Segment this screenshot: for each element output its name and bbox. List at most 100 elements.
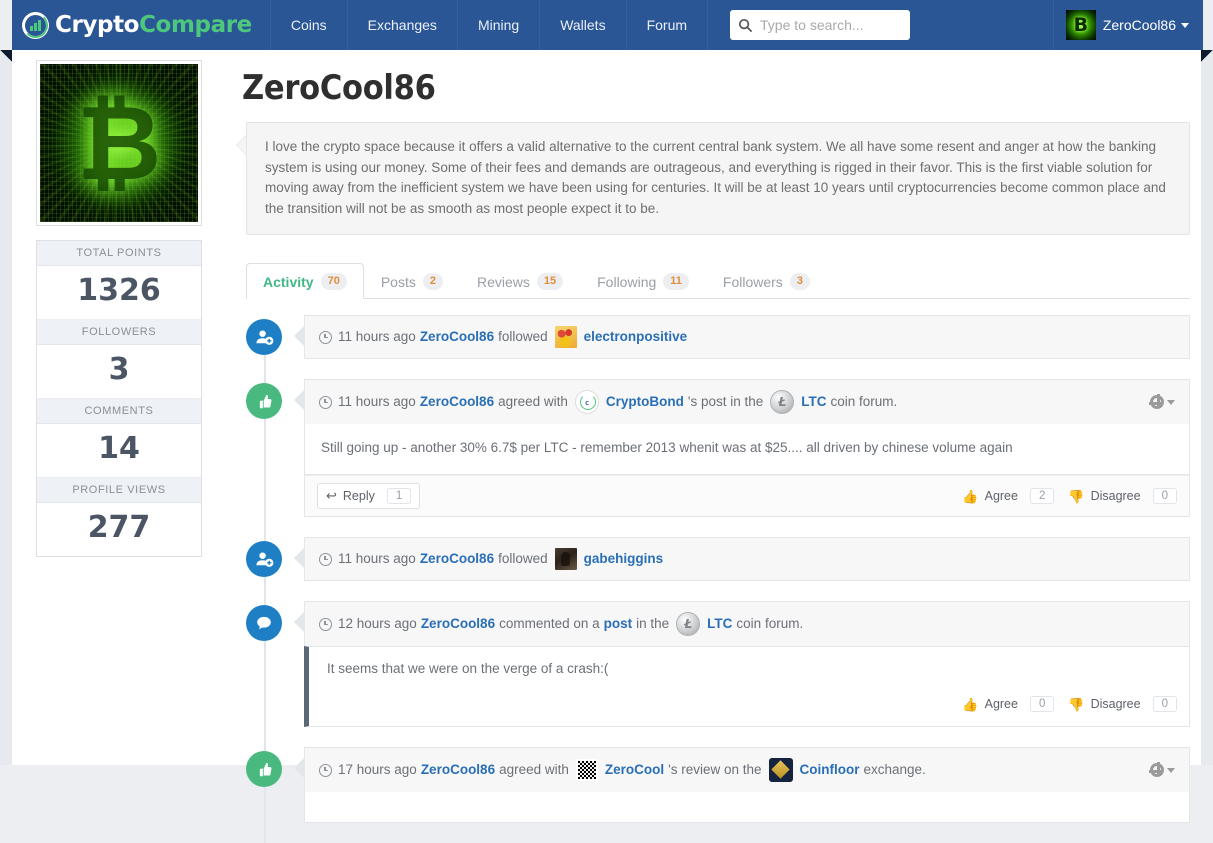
activity-header: 11 hours ago ZeroCool86 followed electro…	[304, 315, 1190, 359]
tab-following[interactable]: Following 11	[580, 263, 706, 299]
activity-target-user-link[interactable]: CryptoBond	[606, 393, 684, 411]
chevron-down-icon	[1181, 22, 1189, 28]
tab-activity[interactable]: Activity 70	[246, 263, 364, 299]
activity-actor-link[interactable]: ZeroCool86	[420, 393, 494, 411]
activity-mid-text: 's post in the	[687, 394, 764, 409]
gabehiggins-avatar	[554, 548, 577, 570]
bio-callout: I love the crypto space because it offer…	[236, 122, 1190, 235]
activity-target-user-link[interactable]: electronpositive	[584, 328, 688, 346]
disagree-count: 0	[1152, 488, 1177, 504]
tab-posts[interactable]: Posts 2	[364, 263, 460, 299]
disagree-button[interactable]: 👎 Disagree 0	[1068, 484, 1177, 508]
activity-tail-text: coin forum.	[736, 616, 804, 631]
search-icon	[738, 18, 753, 32]
stat-label-followers: FOLLOWERS	[37, 320, 201, 345]
activity-item: 17 hours ago ZeroCool86 agreed with Zero…	[246, 747, 1190, 823]
thumbs-up-icon: 👍	[962, 696, 979, 712]
clock-icon	[319, 330, 332, 344]
post-actions: ↩ Reply 1 👍 Agree 2 👎 Disagree 0	[304, 475, 1190, 517]
agree-label: Agree	[984, 697, 1018, 711]
activity-actor-link[interactable]: ZeroCool86	[421, 761, 495, 779]
search-input[interactable]	[758, 16, 903, 34]
reply-button[interactable]: ↩ Reply 1	[317, 483, 421, 509]
brand-text-crypto: Crypto	[55, 12, 140, 38]
zerocool-avatar	[575, 759, 598, 781]
nav-item-wallets[interactable]: Wallets	[539, 0, 625, 50]
activity-body: 12 hours ago ZeroCool86 commented on a p…	[294, 601, 1190, 727]
activity-time: 11 hours ago	[338, 394, 416, 409]
reply-label: Reply	[342, 489, 375, 503]
navbar-username: ZeroCool86	[1102, 17, 1176, 33]
clock-icon	[319, 617, 332, 631]
tab-followers-count: 3	[789, 273, 810, 290]
brand-logo-link[interactable]: CryptoCompare	[12, 0, 270, 50]
activity-item: 11 hours ago ZeroCool86 agreed with c Cr…	[246, 379, 1190, 517]
activity-coin-link[interactable]: LTC	[707, 615, 732, 633]
comment-bubble-icon	[246, 605, 282, 641]
activity-verb: commented on a	[499, 616, 600, 631]
activity-time: 12 hours ago	[338, 616, 417, 631]
navbar-right-spacer	[1203, 0, 1213, 50]
activity-time: 11 hours ago	[338, 551, 416, 566]
activity-exchange-link[interactable]: Coinfloor	[800, 761, 860, 779]
profile-tabs: Activity 70 Posts 2 Reviews 15 Following…	[246, 261, 1190, 299]
electronpositive-avatar	[554, 326, 577, 348]
disagree-button[interactable]: 👎 Disagree 0	[1068, 692, 1177, 716]
brand-text: CryptoCompare	[55, 12, 252, 38]
activity-actor-link[interactable]: ZeroCool86	[420, 328, 494, 346]
tab-following-count: 11	[663, 273, 689, 290]
activity-body: 11 hours ago ZeroCool86 agreed with c Cr…	[294, 379, 1190, 517]
bio-text: I love the crypto space because it offer…	[246, 122, 1190, 235]
agree-button[interactable]: 👍 Agree 2	[962, 484, 1055, 508]
search-box[interactable]	[730, 10, 911, 40]
stat-value-total-points: 1326	[37, 266, 201, 320]
activity-target-user-link[interactable]: gabehiggins	[584, 550, 664, 568]
activity-verb: followed	[498, 329, 548, 344]
profile-avatar: ₿	[36, 60, 202, 226]
thumbs-up-icon	[246, 383, 282, 419]
bio-arrow	[236, 135, 246, 155]
activity-header: 17 hours ago ZeroCool86 agreed with Zero…	[304, 747, 1190, 792]
activity-tail-text: coin forum.	[830, 394, 898, 409]
reply-arrow-icon: ↩	[326, 488, 337, 503]
activity-options-menu[interactable]	[1148, 393, 1175, 409]
nav-item-exchanges[interactable]: Exchanges	[346, 0, 457, 50]
activity-actor-link[interactable]: ZeroCool86	[421, 615, 495, 633]
navbar-left-spacer	[0, 0, 12, 50]
page-left-gutter	[0, 50, 12, 765]
activity-time: 17 hours ago	[338, 762, 417, 777]
page-right-gutter	[1201, 50, 1213, 765]
user-menu[interactable]: B ZeroCool86	[1052, 0, 1203, 50]
stat-value-followers: 3	[37, 345, 201, 399]
follow-user-icon	[246, 319, 282, 355]
activity-header: 12 hours ago ZeroCool86 commented on a p…	[304, 601, 1190, 646]
post-body: Still going up - another 30% 6.7$ per LT…	[304, 424, 1190, 475]
nav-item-coins[interactable]: Coins	[269, 0, 347, 50]
profile-sidebar: ₿ TOTAL POINTS 1326 FOLLOWERS 3 COMMENTS…	[36, 60, 202, 557]
clock-icon	[319, 552, 332, 566]
activity-mid-text: 's review on the	[668, 762, 762, 777]
reply-count: 1	[386, 488, 412, 504]
thumbs-down-icon: 👎	[1068, 696, 1085, 712]
coinfloor-logo-icon: c	[768, 758, 793, 782]
nav-item-forum[interactable]: Forum	[625, 0, 709, 50]
activity-header: 11 hours ago ZeroCool86 followed gabehig…	[304, 537, 1190, 581]
agree-button[interactable]: 👍 Agree 0	[962, 692, 1055, 716]
tab-reviews[interactable]: Reviews 15	[460, 263, 580, 299]
activity-options-menu[interactable]	[1148, 761, 1175, 777]
nav-item-mining[interactable]: Mining	[456, 0, 539, 50]
activity-post-link[interactable]: post	[604, 615, 633, 633]
activity-coin-link[interactable]: LTC	[801, 393, 826, 411]
stat-value-comments: 14	[37, 424, 201, 478]
tab-activity-count: 70	[320, 273, 347, 290]
thumbs-up-icon	[246, 751, 282, 787]
activity-target-user-link[interactable]: ZeroCool	[605, 761, 664, 779]
activity-time: 11 hours ago	[338, 329, 416, 344]
activity-actor-link[interactable]: ZeroCool86	[420, 550, 494, 568]
activity-body: 11 hours ago ZeroCool86 followed electro…	[294, 315, 1190, 359]
activity-tail-text: exchange.	[863, 762, 926, 777]
chevron-down-icon	[1167, 399, 1175, 405]
tab-followers[interactable]: Followers 3	[706, 263, 827, 299]
tab-reviews-count: 15	[536, 273, 564, 290]
activity-body: 17 hours ago ZeroCool86 agreed with Zero…	[294, 747, 1190, 823]
